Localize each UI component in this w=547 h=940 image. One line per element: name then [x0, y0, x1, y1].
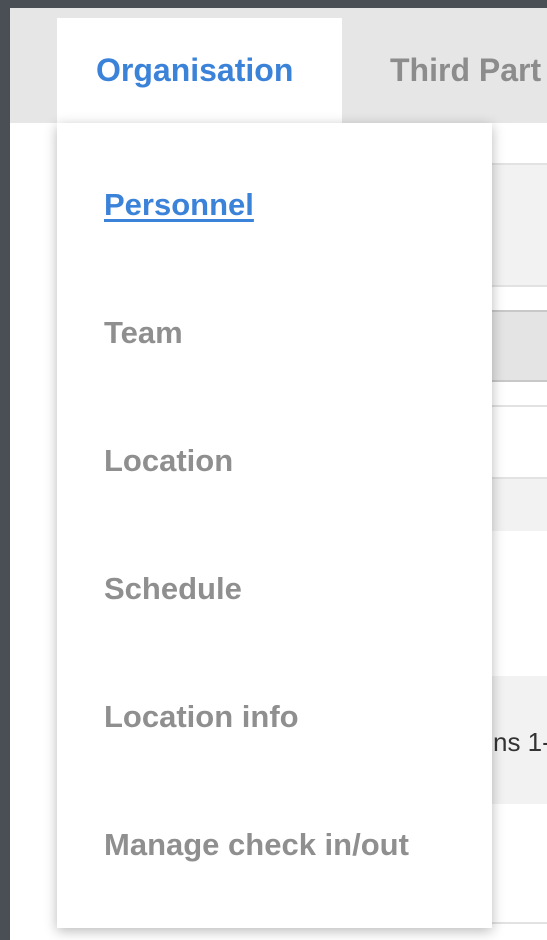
window-frame-left — [0, 0, 10, 940]
background-panel — [492, 165, 547, 285]
menu-item-personnel[interactable]: Personnel — [104, 187, 254, 223]
menu-item-location[interactable]: Location — [104, 443, 233, 479]
tab-third-party-label: Third Part — [390, 52, 542, 88]
menu-item-team[interactable]: Team — [104, 315, 183, 351]
background-divider — [492, 922, 547, 924]
tab-organisation[interactable]: Organisation — [57, 18, 342, 123]
background-divider — [492, 285, 547, 287]
background-divider — [492, 405, 547, 407]
background-panel — [492, 479, 547, 531]
tab-third-party[interactable]: Third Part — [342, 18, 547, 123]
window-frame-top — [0, 0, 547, 8]
menu-item-location-info[interactable]: Location info — [104, 699, 299, 735]
menu-item-schedule[interactable]: Schedule — [104, 571, 242, 607]
background-input — [492, 310, 547, 382]
menu-item-manage-check-in-out[interactable]: Manage check in/out — [104, 827, 409, 863]
tab-organisation-label: Organisation — [96, 52, 294, 88]
background-pagination-text: ns 1- — [493, 727, 547, 757]
organisation-dropdown-menu: Personnel Team Location Schedule Locatio… — [57, 123, 492, 928]
